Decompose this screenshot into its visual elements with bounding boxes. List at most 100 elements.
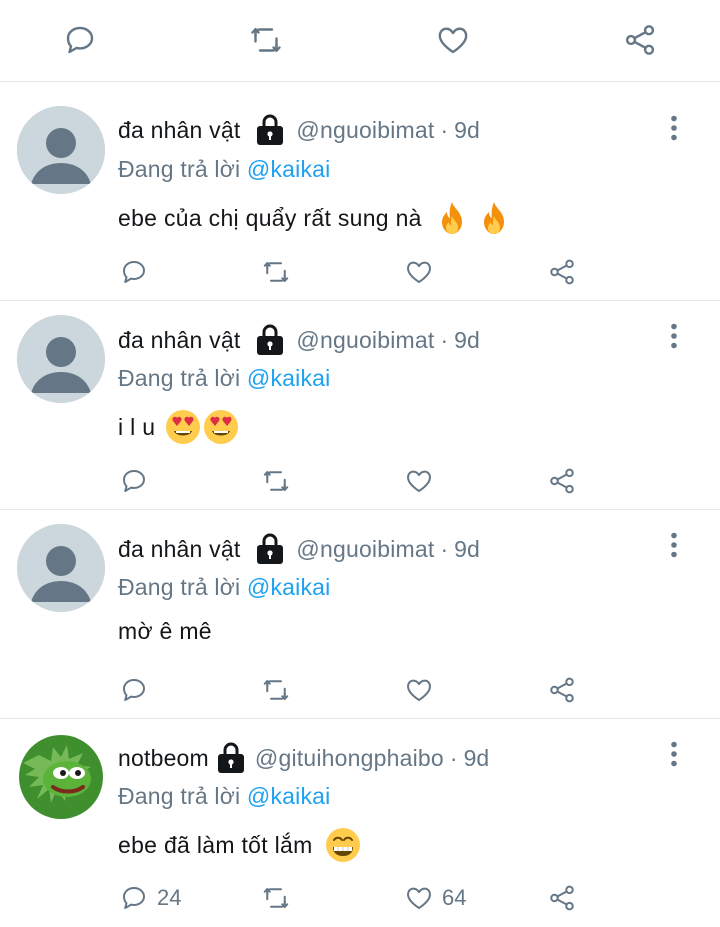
separator: · [440,116,449,143]
share-icon [550,468,574,494]
more-options-button[interactable] [660,110,688,146]
user-handle[interactable]: @gituihongphaibo [255,745,444,772]
like-button[interactable] [433,20,473,60]
more-options-button[interactable] [660,527,688,563]
heart-icon [407,261,431,283]
share-icon [625,25,655,55]
display-name[interactable]: đa nhân vật [118,117,240,144]
reply-button[interactable] [119,252,157,292]
replying-to: Đang trả lời @kaikai [118,783,330,810]
reply-tweet[interactable]: đa nhân vật @nguoibimat · 9d Đang trả lờ… [0,510,720,719]
replying-to-label: Đang trả lời [118,365,241,391]
avatar[interactable] [17,733,105,821]
display-name[interactable]: đa nhân vật [118,536,240,563]
retweet-icon [263,680,289,700]
share-button[interactable] [547,878,577,918]
user-handle[interactable]: @nguoibimat [296,327,434,354]
heart-icon [407,679,431,701]
tweet-body-text: ebe của chị quẩy rất sung nà [118,204,422,231]
heart-eyes-emoji [203,409,239,445]
tweet-body-text: mờ ê mê [118,618,212,644]
avatar[interactable] [17,524,105,612]
share-button[interactable] [547,461,577,501]
separator: · [440,535,449,562]
retweet-button[interactable] [246,20,286,60]
like-button[interactable]: 64 [404,878,466,918]
retweet-icon [263,262,289,282]
reply-button[interactable] [119,670,157,710]
fire-emoji [434,200,470,236]
avatar[interactable] [17,315,105,403]
lock-icon [254,112,286,148]
timestamp[interactable]: 9d [454,536,480,563]
mention-link[interactable]: @kaikai [247,783,331,809]
retweet-button[interactable] [261,670,291,710]
tweet-text: ebe của chị quẩy rất sung nà [118,200,512,236]
reply-icon [123,887,145,909]
share-button[interactable] [620,20,660,60]
reply-button[interactable] [119,461,157,501]
lock-icon [254,531,286,567]
lock-icon [254,322,286,358]
like-button[interactable] [404,670,442,710]
retweet-button[interactable] [261,461,291,501]
mention-link[interactable]: @kaikai [247,365,331,391]
avatar[interactable] [17,106,105,194]
user-handle[interactable]: @nguoibimat [296,536,434,563]
tweet-header: đa nhân vật @nguoibimat · 9d [118,112,480,148]
retweet-button[interactable] [261,252,291,292]
heart-icon [407,887,431,909]
display-name[interactable]: notbeom [118,745,209,772]
reply-icon [123,470,145,492]
replying-to: Đang trả lời @kaikai [118,156,330,183]
more-vertical-icon [671,741,677,767]
heart-eyes-emoji [165,409,201,445]
reply-icon [123,261,145,283]
reply-icon [66,26,94,54]
like-button[interactable] [404,252,442,292]
mention-link[interactable]: @kaikai [247,156,331,182]
tweet-text: ebe đã làm tốt lắm [118,827,361,863]
reply-button[interactable]: 24 [119,878,181,918]
more-options-button[interactable] [660,736,688,772]
tweet-text: mờ ê mê [118,618,212,645]
separator: · [440,326,449,353]
more-vertical-icon [671,532,677,558]
display-name[interactable]: đa nhân vật [118,327,240,354]
reply-icon [123,679,145,701]
tweet-text: i l u [118,409,239,445]
tweet-action-bar: 24 64 [0,878,720,918]
mention-link[interactable]: @kaikai [247,574,331,600]
share-icon [550,885,574,911]
reply-button[interactable] [60,20,100,60]
tweet-action-bar [0,461,720,501]
share-button[interactable] [547,670,577,710]
tweet-header: đa nhân vật @nguoibimat · 9d [118,322,480,358]
reply-tweet[interactable]: đa nhân vật @nguoibimat · 9d Đang trả lờ… [0,82,720,301]
heart-icon [407,470,431,492]
more-vertical-icon [671,115,677,141]
grin-emoji [325,827,361,863]
tweet-action-bar [0,670,720,710]
like-button[interactable] [404,461,442,501]
retweet-button[interactable] [261,878,291,918]
reply-tweet[interactable]: notbeom @gituihongphaibo · 9d Đang trả l… [0,719,720,927]
timestamp[interactable]: 9d [454,117,480,144]
tweet-body-text: ebe đã làm tốt lắm [118,831,313,858]
more-options-button[interactable] [660,318,688,354]
parent-tweet-action-bar [0,0,720,82]
tweet-header: notbeom @gituihongphaibo · 9d [118,740,489,776]
replying-to-label: Đang trả lời [118,783,241,809]
share-icon [550,259,574,285]
lock-icon [215,740,247,776]
tweet-action-bar [0,252,720,292]
heart-icon [438,27,468,54]
timestamp[interactable]: 9d [464,745,490,772]
separator: · [449,744,458,771]
replying-to-label: Đang trả lời [118,156,241,182]
share-button[interactable] [547,252,577,292]
user-handle[interactable]: @nguoibimat [296,117,434,144]
timestamp[interactable]: 9d [454,327,480,354]
like-count: 64 [442,885,467,910]
reply-tweet[interactable]: đa nhân vật @nguoibimat · 9d Đang trả lờ… [0,301,720,510]
